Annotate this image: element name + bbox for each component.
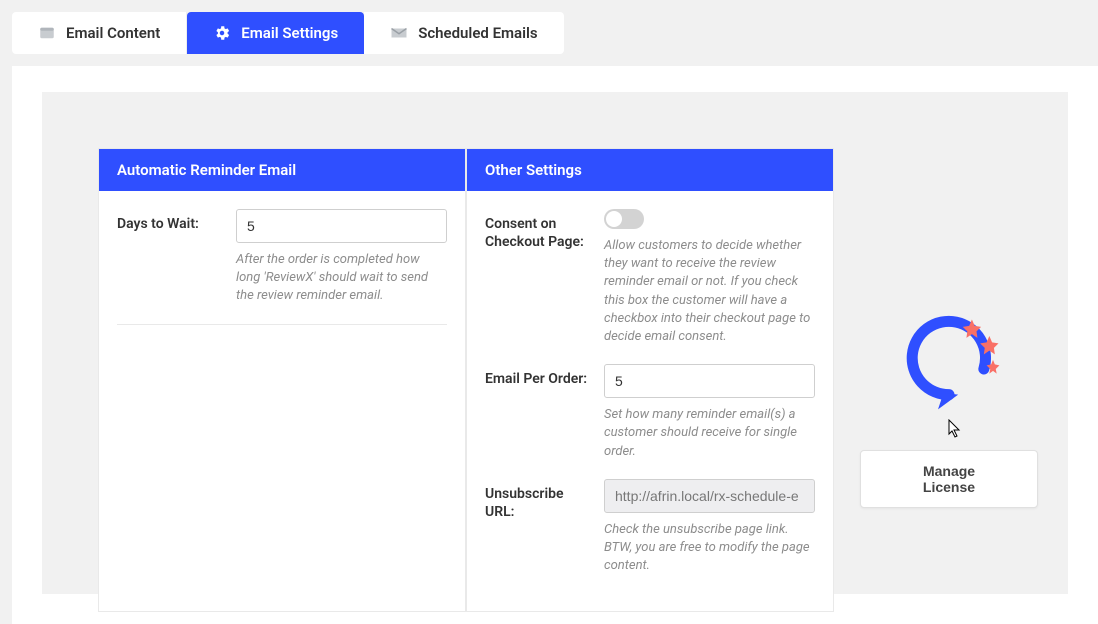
panel-body: Days to Wait: After the order is complet… [99,191,465,343]
field-label: Unsubscribe URL: [485,479,590,576]
consent-toggle[interactable] [604,209,644,229]
help-text: Set how many reminder email(s) a custome… [604,406,815,461]
panel-body: Consent on Checkout Page: Allow customer… [467,191,833,611]
field-label: Consent on Checkout Page: [485,209,590,346]
field-consent-checkout: Consent on Checkout Page: Allow customer… [485,209,815,346]
manage-license-button[interactable]: Manage License [860,450,1038,508]
tab-email-settings[interactable]: Email Settings [187,12,364,54]
field-value: Check the unsubscribe page link. BTW, yo… [604,479,815,576]
tab-scheduled-emails[interactable]: Scheduled Emails [364,12,563,54]
help-text: After the order is completed how long 'R… [236,251,447,306]
field-value: After the order is completed how long 'R… [236,209,447,306]
cursor-icon [948,419,962,439]
side-card: Manage License [860,148,1038,508]
email-content-icon [38,24,56,42]
tab-email-content[interactable]: Email Content [12,12,187,54]
days-to-wait-input[interactable] [236,209,447,243]
settings-panels: Automatic Reminder Email Days to Wait: A… [98,148,834,612]
tab-label: Email Settings [241,24,338,42]
panel-header: Automatic Reminder Email [99,149,465,191]
tab-label: Scheduled Emails [418,24,537,42]
field-label: Days to Wait: [117,209,222,306]
inner-area: Automatic Reminder Email Days to Wait: A… [42,92,1068,594]
envelope-icon [390,24,408,42]
divider [117,324,447,325]
field-value: Set how many reminder email(s) a custome… [604,364,815,461]
email-per-order-input[interactable] [604,364,815,398]
tab-label: Email Content [66,24,160,42]
help-text: Allow customers to decide whether they w… [604,237,815,346]
panel-header: Other Settings [467,149,833,191]
tabs: Email Content Email Settings Scheduled E… [0,0,1098,54]
toggle-knob [606,211,622,227]
field-unsubscribe-url: Unsubscribe URL: Check the unsubscribe p… [485,479,815,576]
reviewx-logo-icon [894,403,1004,422]
field-email-per-order: Email Per Order: Set how many reminder e… [485,364,815,461]
unsubscribe-url-input[interactable] [604,479,815,513]
panel-automatic-reminder: Automatic Reminder Email Days to Wait: A… [98,148,466,612]
field-value: Allow customers to decide whether they w… [604,209,815,346]
page-body: Automatic Reminder Email Days to Wait: A… [12,66,1098,624]
field-label: Email Per Order: [485,364,590,461]
gear-icon [213,24,231,42]
field-days-to-wait: Days to Wait: After the order is complet… [117,209,447,306]
help-text: Check the unsubscribe page link. BTW, yo… [604,521,815,576]
panel-other-settings: Other Settings Consent on Checkout Page:… [466,148,834,612]
